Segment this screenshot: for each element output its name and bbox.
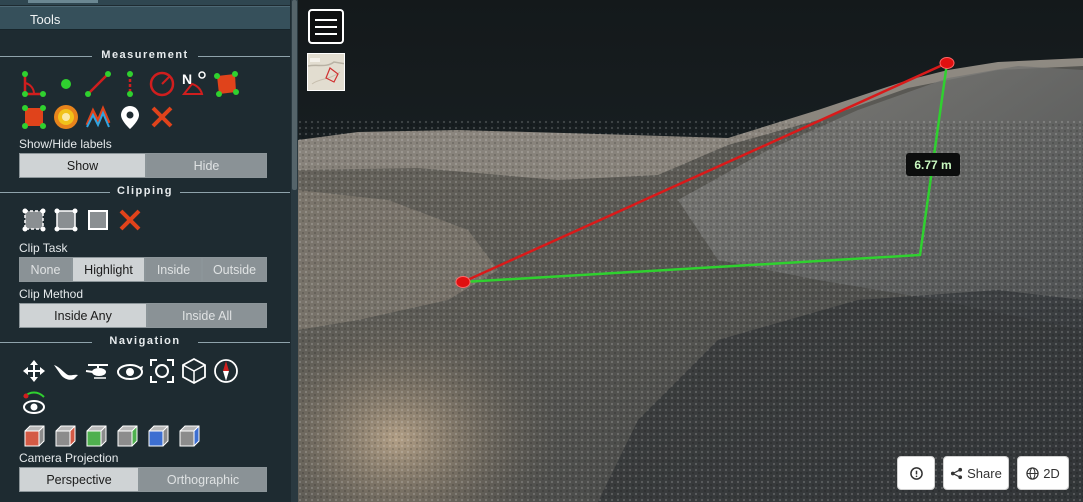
minimap-thumbnail[interactable] — [307, 53, 345, 91]
measurement-tools-row-2 — [19, 103, 176, 131]
annotation-icon[interactable] — [115, 103, 144, 131]
remove-clipping-icon[interactable] — [115, 206, 144, 234]
labels-caption: Show/Hide labels — [19, 137, 112, 151]
point-cloud-viewer[interactable] — [298, 0, 1083, 502]
clipping-tools-row — [19, 206, 144, 234]
scrollbar-thumb[interactable] — [292, 0, 297, 190]
volume-icon[interactable] — [19, 103, 48, 131]
remove-measurements-icon[interactable] — [147, 103, 176, 131]
hamburger-menu-button[interactable] — [308, 9, 344, 44]
back-view-icon[interactable] — [112, 422, 141, 450]
sphere-volume-icon[interactable] — [51, 103, 80, 131]
clip-method-inside-any[interactable]: Inside Any — [19, 303, 147, 328]
bottom-view-icon[interactable] — [174, 422, 203, 450]
clip-task-outside[interactable]: Outside — [202, 257, 267, 282]
earth-controls-icon[interactable] — [19, 357, 48, 385]
left-view-icon[interactable] — [19, 422, 48, 450]
top-view-icon[interactable] — [81, 422, 110, 450]
area-icon[interactable] — [211, 70, 240, 98]
toggle-2d-label: 2D — [1043, 465, 1060, 481]
navigation-controls-row-2 — [19, 389, 48, 417]
info-button[interactable] — [897, 456, 935, 490]
full-extent-icon[interactable] — [147, 357, 176, 385]
measurement-point-end — [939, 57, 955, 69]
helicopter-controls-icon[interactable] — [83, 357, 112, 385]
clip-task-caption: Clip Task — [19, 241, 68, 255]
measurement-overlay — [455, 57, 955, 288]
height-icon[interactable] — [115, 70, 144, 98]
circle-icon[interactable] — [147, 70, 176, 98]
eye-dome-icon[interactable] — [19, 389, 48, 417]
show-labels-button[interactable]: Show — [19, 153, 146, 178]
camera-views-row — [19, 422, 203, 450]
point-icon[interactable] — [51, 70, 80, 98]
clip-polygon-icon[interactable] — [51, 206, 80, 234]
clip-task-none[interactable]: None — [19, 257, 72, 282]
navigation-section-title: Navigation — [0, 335, 290, 349]
tools-header[interactable]: Tools — [0, 6, 290, 30]
share-button[interactable]: Share — [943, 456, 1009, 490]
share-icon — [951, 467, 963, 479]
navigation-controls-row — [19, 357, 240, 385]
measurement-point-start — [455, 276, 471, 288]
orbit-controls-icon[interactable] — [115, 357, 144, 385]
measurement-hypotenuse-line — [462, 61, 948, 284]
distance-measurement-label: 6.77 m — [906, 153, 960, 176]
tools-sidebar: Tools Measurement N Show/Hide labels Sho… — [0, 0, 298, 502]
labels-toggle: Show Hide — [19, 153, 267, 178]
clip-screen-box-icon[interactable] — [83, 206, 112, 234]
measurement-section-title: Measurement — [0, 49, 290, 63]
clipping-section-title: Clipping — [0, 185, 290, 199]
share-label: Share — [967, 465, 1002, 481]
angle-icon[interactable] — [19, 70, 48, 98]
camera-projection-caption: Camera Projection — [19, 451, 119, 465]
clip-method-group: Inside Any Inside All — [19, 303, 267, 328]
info-icon — [909, 466, 923, 480]
navigation-cube-icon[interactable] — [179, 357, 208, 385]
toggle-2d-button[interactable]: 2D — [1017, 456, 1069, 490]
clip-task-group: None Highlight Inside Outside — [19, 257, 267, 282]
front-view-icon[interactable] — [50, 422, 79, 450]
camera-projection-group: Perspective Orthographic — [19, 467, 267, 492]
right-view-icon[interactable] — [143, 422, 172, 450]
fly-controls-icon[interactable] — [51, 357, 80, 385]
compass-icon[interactable] — [211, 357, 240, 385]
sidebar-scrollbar[interactable] — [291, 0, 298, 502]
profile-icon[interactable] — [83, 103, 112, 131]
distance-icon[interactable] — [83, 70, 112, 98]
clip-method-inside-all[interactable]: Inside All — [147, 303, 267, 328]
globe-icon — [1026, 466, 1039, 480]
clip-task-inside[interactable]: Inside — [145, 257, 202, 282]
hide-labels-button[interactable]: Hide — [146, 153, 267, 178]
clip-task-highlight[interactable]: Highlight — [72, 257, 145, 282]
orthographic-button[interactable]: Orthographic — [139, 467, 267, 492]
clip-method-caption: Clip Method — [19, 287, 84, 301]
clip-volume-icon[interactable] — [19, 206, 48, 234]
perspective-button[interactable]: Perspective — [19, 467, 139, 492]
sidebar-top-stub — [0, 0, 290, 5]
measurement-tools-row-1: N — [19, 70, 240, 98]
azimuth-icon[interactable]: N — [179, 70, 208, 98]
